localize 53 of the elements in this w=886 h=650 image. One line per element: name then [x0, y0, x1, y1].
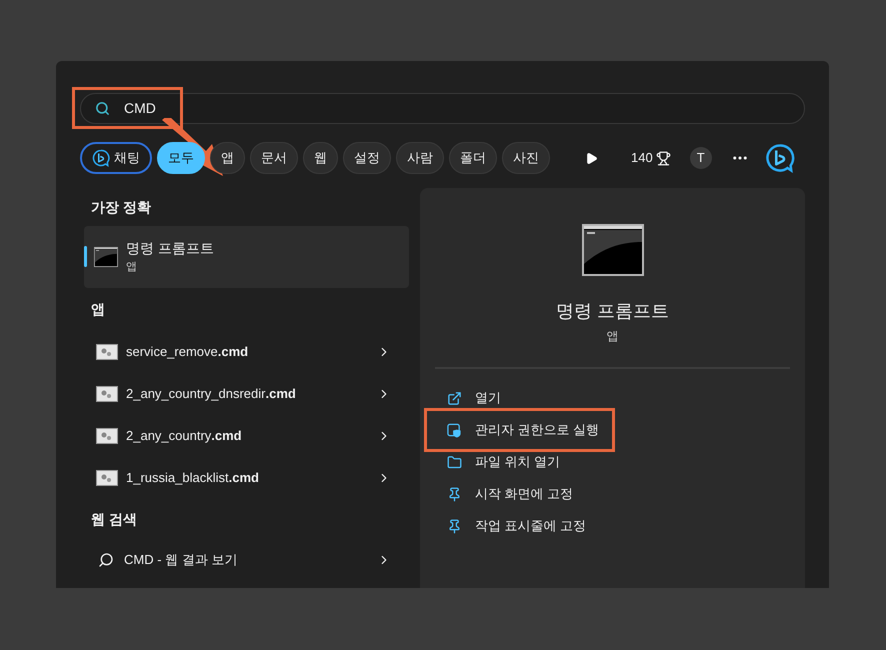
item-title: 명령 프롬프트 — [126, 239, 214, 258]
filter-tab[interactable]: 웹 — [303, 142, 338, 174]
best-match-item[interactable]: 명령 프롬프트 앱 — [84, 226, 409, 288]
pin-icon — [447, 518, 462, 534]
trophy-icon — [656, 150, 671, 166]
filter-tab[interactable]: 문서 — [250, 142, 298, 174]
script-file-icon — [96, 344, 118, 360]
action-item[interactable]: 시작 화면에 고정 — [420, 478, 805, 510]
file-name: 1_russia_blacklist.cmd — [126, 469, 260, 488]
open-external-icon — [447, 390, 462, 406]
action-item[interactable]: 작업 표시줄에 고정 — [420, 510, 805, 542]
filter-tab[interactable]: 사진 — [502, 142, 550, 174]
script-file-icon — [96, 386, 118, 402]
filter-tab[interactable]: 채팅 — [80, 142, 152, 174]
app-result[interactable]: 2_any_country.cmd — [84, 415, 409, 457]
action-item[interactable]: 관리자 권한으로 실행 — [420, 414, 805, 446]
web-result-text: CMD - 웹 결과 보기 — [124, 551, 238, 570]
search-text: CMD — [124, 99, 156, 118]
filter-tab[interactable]: 앱 — [210, 142, 245, 174]
search-icon — [98, 552, 114, 568]
chat-logo-icon — [764, 143, 795, 173]
preview-subtitle: 앱 — [606, 328, 620, 345]
filter-tab[interactable]: 모두 — [157, 142, 205, 174]
avatar[interactable]: T — [690, 147, 712, 169]
section-heading: 가장 정확 — [90, 198, 152, 216]
filter-tab[interactable]: 설정 — [343, 142, 391, 174]
preview-title: 명령 프롬프트 — [554, 300, 670, 323]
item-subtitle: 앱 — [126, 260, 138, 276]
script-file-icon — [96, 428, 118, 444]
chat-logo-icon — [92, 149, 110, 167]
action-item[interactable]: 열기 — [420, 382, 805, 414]
shield-window-icon — [447, 422, 462, 438]
filter-tab[interactable]: 폴더 — [449, 142, 497, 174]
web-result[interactable]: CMD - 웹 결과 보기 — [84, 539, 409, 581]
app-result[interactable]: service_remove.cmd — [84, 331, 409, 373]
script-file-icon — [96, 470, 118, 486]
file-name: 2_any_country.cmd — [126, 427, 243, 446]
file-name: 2_any_country_dnsredir.cmd — [126, 385, 297, 404]
search-field[interactable]: CMD — [80, 93, 805, 124]
filter-tab[interactable]: 사람 — [396, 142, 444, 174]
terminal-icon — [94, 247, 118, 267]
pin-icon — [447, 486, 462, 502]
file-name: service_remove.cmd — [126, 343, 250, 362]
section-heading: 웹 검색 — [90, 510, 138, 528]
search-icon — [95, 101, 110, 116]
app-result[interactable]: 2_any_country_dnsredir.cmd — [84, 373, 409, 415]
scroll-right-icon[interactable] — [585, 152, 598, 164]
app-result[interactable]: 1_russia_blacklist.cmd — [84, 457, 409, 499]
points-text: 140 — [631, 149, 653, 168]
action-item[interactable]: 파일 위치 열기 — [420, 446, 805, 478]
terminal-icon — [582, 224, 644, 276]
section-heading: 앱 — [90, 300, 106, 319]
folder-icon — [447, 454, 462, 470]
